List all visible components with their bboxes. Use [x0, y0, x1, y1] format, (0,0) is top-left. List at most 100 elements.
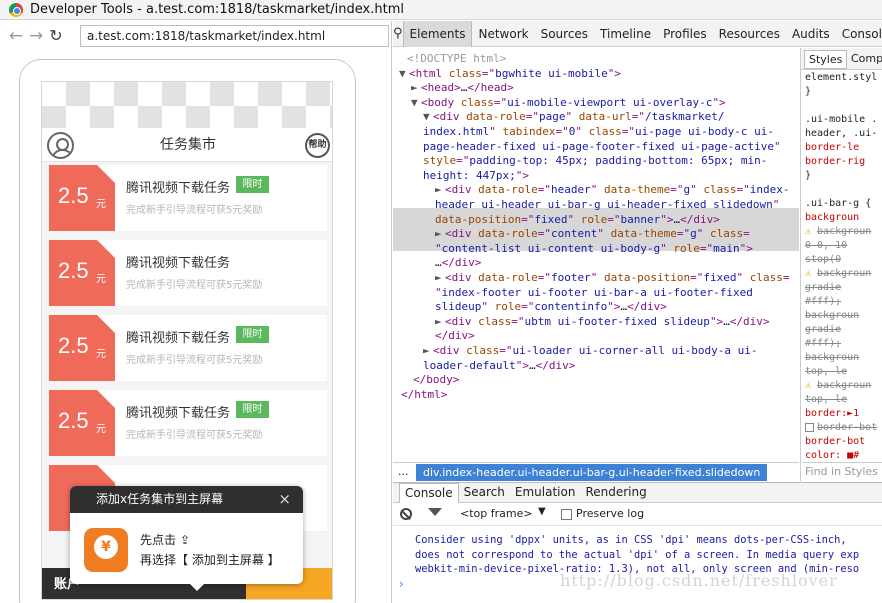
dom-line[interactable]: index.html" tabindex="0" class="ui-page … — [423, 125, 774, 139]
dom-token: fixed — [703, 271, 737, 284]
url-bar[interactable]: a.test.com:1818/taskmarket/index.html — [80, 25, 389, 47]
console-message: Consider using 'dppx' units, as in CSS '… — [415, 533, 882, 577]
console-prompt-icon[interactable]: › — [399, 577, 404, 591]
style-text: .ui-bar-g { — [805, 198, 872, 209]
back-arrow-icon[interactable]: ← — [6, 25, 26, 47]
tab-sources[interactable]: Sources — [535, 21, 594, 47]
watermark: http://blog.csdn.net/freshlover — [560, 571, 838, 590]
tab-rendering[interactable]: Rendering — [580, 483, 651, 502]
dom-token: index-footer ui-footer ui-bar-a ui-foote… — [441, 285, 753, 299]
style-text: #fff); — [805, 338, 842, 349]
dom-line[interactable]: </html> — [401, 388, 447, 402]
tab-network[interactable]: Network — [472, 21, 534, 47]
dom-token: role — [673, 241, 700, 255]
find-in-styles-input[interactable]: Find in Styles — [802, 462, 882, 481]
dom-token: = — [743, 227, 750, 241]
style-text: border:►1 — [805, 408, 860, 419]
property-checkbox[interactable] — [805, 422, 814, 432]
dom-token: tabindex — [502, 125, 556, 138]
dom-token: " — [575, 125, 589, 138]
reload-icon[interactable]: ↻ — [46, 25, 66, 47]
task-card[interactable]: 2.5 元 腾讯视频下载任务 限时 完成新手引导流程可获5元奖励 — [49, 165, 327, 231]
expand-triangle-icon[interactable]: ► — [411, 81, 421, 95]
tab-emulation[interactable]: Emulation — [510, 483, 581, 502]
dom-token: " — [774, 139, 781, 153]
popup-pointer — [190, 584, 204, 591]
task-card[interactable]: 2.5 元 腾讯视频下载任务 限时 完成新手引导流程可获5元奖励 — [49, 315, 327, 381]
search-icon[interactable]: ⚲ — [393, 26, 403, 41]
tab-timeline[interactable]: Timeline — [594, 21, 657, 47]
close-icon[interactable]: × — [278, 486, 291, 513]
dom-line[interactable]: header ui-header ui-bar-g ui-header-fixe… — [435, 198, 779, 212]
task-card[interactable]: 2.5 元 腾讯视频下载任务 完成新手引导流程可获5元奖励 — [49, 240, 327, 306]
expand-triangle-icon[interactable]: ▼ — [399, 67, 409, 81]
dom-line[interactable]: "content-list ui-content ui-body-g" role… — [435, 242, 753, 256]
expand-triangle-icon[interactable]: ► — [423, 344, 433, 358]
dom-token: " — [736, 271, 750, 284]
dom-line[interactable]: ▼ <div data-role="page" data-url="/taskma… — [423, 110, 724, 124]
dom-token: index.html — [423, 125, 490, 138]
dom-line[interactable]: ► <div class="ui-loader ui-corner-all ui-… — [423, 344, 758, 358]
dom-line[interactable]: ▼ <html class="bgwhite ui-mobile"> — [399, 67, 621, 81]
elements-tree: <!DOCTYPE html> ▼ <html class="bgwhite ui-… — [393, 48, 799, 461]
tab-computed[interactable]: Comp — [851, 51, 882, 66]
dom-line[interactable]: …</div> — [435, 256, 481, 270]
warning-icon: ⚠ — [805, 268, 818, 279]
chevron-down-icon[interactable]: ▼ — [538, 506, 546, 517]
dom-line[interactable]: "index-footer ui-footer ui-bar-a ui-foot… — [435, 286, 753, 300]
style-text: } — [805, 170, 812, 181]
expand-triangle-icon[interactable]: ► — [435, 271, 445, 285]
breadcrumb-more[interactable]: ... — [398, 463, 409, 481]
dom-line[interactable]: ► <head>…</head> — [411, 81, 514, 95]
chrome-logo-icon — [9, 2, 23, 17]
dom-token: "> — [660, 212, 674, 226]
preserve-log-checkbox[interactable] — [561, 509, 572, 520]
tab-profiles[interactable]: Profiles — [657, 21, 713, 47]
tab-search[interactable]: Search — [459, 483, 510, 502]
dom-line[interactable]: ► <div class="ubtm ui-footer-fixed slideu… — [435, 315, 770, 329]
style-text: backgroun — [805, 352, 860, 363]
expand-triangle-icon[interactable]: ► — [435, 227, 445, 241]
dom-token: role — [494, 300, 522, 314]
dom-line[interactable]: height: 447px;"> — [423, 169, 529, 183]
dom-line[interactable]: style="padding-top: 45px; padding-bottom… — [423, 154, 767, 168]
filter-icon[interactable] — [428, 508, 442, 516]
dom-token: content-list ui-content ui-body-g — [441, 241, 661, 255]
reward-amount: 2.5 — [58, 333, 89, 358]
dom-line[interactable]: data-position="fixed" role="banner">…</d… — [435, 213, 720, 227]
breadcrumb-selected-node[interactable]: div.index-header.ui-header.ui-bar-g.ui-h… — [416, 464, 768, 481]
tab-resources[interactable]: Resources — [713, 21, 786, 47]
expand-triangle-icon[interactable]: ► — [435, 183, 445, 197]
dom-line[interactable]: </body> — [413, 373, 459, 387]
tab-elements[interactable]: Elements — [402, 20, 473, 47]
style-text: 0 0, 10 — [805, 240, 848, 251]
dom-line[interactable]: loader-default">…</div> — [423, 359, 575, 373]
expand-triangle-icon[interactable]: ▼ — [423, 110, 433, 124]
dom-token: role — [580, 212, 608, 226]
dom-token: =" — [493, 95, 508, 109]
task-card[interactable]: 2.5 元 腾讯视频下载任务 限时 完成新手引导流程可获5元奖励 — [49, 390, 327, 456]
dom-line[interactable]: page-header-fixed ui-page-footer-fixed u… — [423, 140, 781, 154]
dom-line[interactable]: ► <div data-role="footer" data-position="… — [435, 271, 789, 285]
tab-console[interactable]: Console — [399, 482, 459, 503]
devtools-window: Developer Tools - a.test.com:1818/taskma… — [0, 0, 882, 603]
expand-triangle-icon[interactable]: ▼ — [411, 96, 421, 110]
tab-console[interactable]: Console — [836, 21, 882, 47]
dom-line[interactable]: ▼ <body class="ui-mobile-viewport ui-over… — [411, 96, 726, 110]
tab-audits[interactable]: Audits — [786, 21, 836, 47]
forward-arrow-icon[interactable]: → — [26, 25, 46, 47]
dom-line[interactable]: slideup" role="contentinfo">…</div> — [435, 300, 667, 314]
dom-token: </body> — [413, 373, 460, 387]
expand-triangle-icon[interactable]: ► — [435, 315, 445, 329]
dom-line[interactable]: ► <div data-role="header" data-theme="g" … — [435, 183, 789, 197]
help-button[interactable]: 帮助 — [305, 133, 330, 158]
dom-line[interactable]: </div> — [435, 329, 475, 343]
frame-select[interactable]: <top frame> — [460, 507, 533, 520]
tab-styles[interactable]: Styles — [804, 50, 848, 69]
dom-line[interactable]: ► <div data-role="content" data-theme="g"… — [435, 227, 750, 241]
dom-line[interactable]: <!DOCTYPE html> — [407, 52, 506, 66]
user-avatar-icon[interactable] — [47, 132, 74, 159]
clear-console-icon[interactable] — [400, 508, 412, 520]
dom-token: <head> — [421, 81, 461, 95]
style-line: border-rig — [805, 155, 865, 169]
